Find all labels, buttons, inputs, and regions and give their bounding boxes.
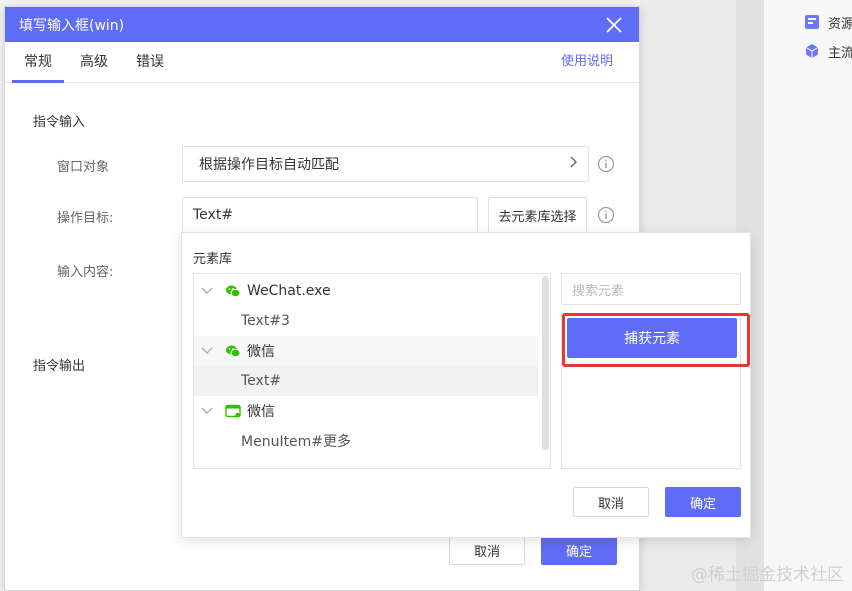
section-input-title: 指令输入 [33, 115, 86, 130]
window-select-value: 根据操作目标自动匹配 [199, 157, 339, 173]
tab-general[interactable]: 常规 [10, 42, 66, 83]
close-button[interactable] [603, 14, 625, 36]
info-icon[interactable] [597, 206, 615, 224]
target-input[interactable]: Text# [182, 197, 478, 233]
tree-node-label: WeChat.exe [247, 283, 331, 299]
tree-node-label: 微信 [247, 344, 275, 360]
tree-node-label: MenuItem#更多 [241, 434, 352, 450]
dialog-titlebar: 填写输入框(win) [5, 7, 639, 42]
background-sidebar [764, 0, 852, 591]
highlight-annotation [562, 313, 750, 367]
dialog-ok-button[interactable]: 确定 [541, 535, 617, 565]
close-icon [606, 16, 622, 33]
chevron-down-icon[interactable] [201, 405, 213, 417]
tree-node-text[interactable]: Text# [194, 366, 538, 396]
tree-node-label: Text#3 [241, 313, 290, 329]
tree-node-wechat[interactable]: 微信 [194, 336, 538, 366]
popup-cancel-button[interactable]: 取消 [573, 487, 649, 517]
tab-error[interactable]: 错误 [122, 42, 178, 82]
content-label: 输入内容: [57, 265, 114, 280]
tree-node-menuitem[interactable]: MenuItem#更多 [194, 426, 538, 456]
watermark: @稀土掘金技术社区 [691, 565, 844, 585]
element-library-popup: 元素库 WeChat.exe Text#3 微信 Text# 微信 MenuIt… [181, 232, 751, 538]
tab-advanced[interactable]: 高级 [66, 42, 122, 82]
target-label: 操作目标: [57, 211, 114, 226]
sidebar-item-main[interactable]: 主流 [804, 41, 852, 61]
element-tree: WeChat.exe Text#3 微信 Text# 微信 MenuItem#更… [193, 273, 551, 469]
element-library-button[interactable]: 去元素库选择 [488, 197, 587, 233]
wechat-icon [225, 283, 241, 299]
chevron-down-icon[interactable] [201, 285, 213, 297]
sidebar-item-label: 资源 [828, 16, 852, 32]
info-icon[interactable] [597, 155, 615, 173]
tab-bar: 常规 高级 错误 使用说明 [5, 42, 639, 83]
tree-scrollbar[interactable] [542, 276, 549, 450]
cube-icon [804, 43, 820, 59]
chevron-right-icon [568, 155, 578, 173]
dialog-title: 填写输入框(win) [19, 17, 125, 34]
search-element-input[interactable]: 搜索元素 [561, 273, 741, 305]
sidebar-item-label: 主流 [828, 45, 852, 61]
window-select[interactable]: 根据操作目标自动匹配 [182, 146, 589, 182]
tree-node-text3[interactable]: Text#3 [194, 306, 538, 336]
element-library-title: 元素库 [193, 252, 233, 267]
sidebar-item-resource[interactable]: 资源 [804, 12, 852, 32]
chevron-down-icon[interactable] [201, 345, 213, 357]
dialog-cancel-button[interactable]: 取消 [449, 535, 525, 565]
popup-ok-button[interactable]: 确定 [665, 487, 741, 517]
tree-node-label: Text# [241, 373, 282, 389]
tree-node-wechat-exe[interactable]: WeChat.exe [194, 276, 538, 306]
tree-node-label: 微信 [247, 404, 275, 420]
tree-node-wechat-window[interactable]: 微信 [194, 396, 538, 426]
resource-icon [804, 14, 820, 30]
window-label: 窗口对象 [57, 160, 110, 175]
help-link[interactable]: 使用说明 [561, 42, 613, 82]
window-icon [225, 403, 241, 419]
section-output-title: 指令输出 [33, 359, 86, 374]
wechat-icon [225, 343, 241, 359]
